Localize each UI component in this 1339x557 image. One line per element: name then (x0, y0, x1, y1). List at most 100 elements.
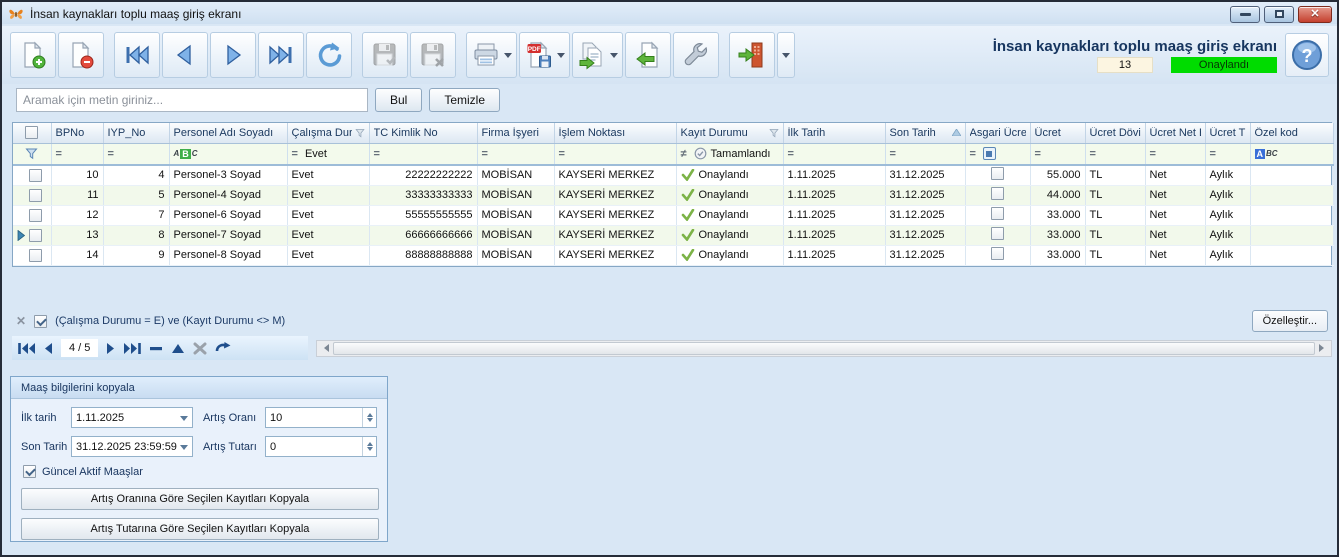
filter-operator[interactable]: = (1090, 148, 1096, 160)
filter-cell-tc[interactable]: = (369, 143, 477, 165)
import-button[interactable] (625, 32, 671, 78)
cell-kayit[interactable]: Onaylandı (676, 245, 783, 265)
spin-up-icon[interactable] (367, 439, 373, 446)
nav-first-button[interactable] (18, 342, 36, 355)
filter-operator[interactable]: = (559, 148, 565, 160)
cell-tc[interactable]: 66666666666 (369, 225, 477, 245)
row-select-checkbox[interactable] (29, 189, 42, 202)
scroll-right-icon[interactable] (1319, 344, 1328, 352)
filter-operator[interactable]: = (970, 148, 976, 160)
minimum-wage-checkbox[interactable] (991, 247, 1004, 260)
cell-netb[interactable]: Net (1145, 225, 1205, 245)
save-cancel-button[interactable] (410, 32, 456, 78)
cell-kayit[interactable]: Onaylandı (676, 185, 783, 205)
current-active-salaries-checkbox[interactable] (23, 465, 36, 478)
cell-netb[interactable]: Net (1145, 245, 1205, 265)
minimum-wage-checkbox[interactable] (991, 167, 1004, 180)
filter-enabled-checkbox[interactable] (34, 315, 47, 328)
clear-button[interactable]: Temizle (429, 88, 500, 112)
col-header-son[interactable]: Son Tarih (885, 123, 965, 143)
print-dropdown-icon[interactable] (504, 53, 512, 62)
help-button[interactable]: ? (1285, 33, 1329, 77)
cell-iyp[interactable]: 9 (103, 245, 169, 265)
filter-cell-iyp[interactable]: = (103, 143, 169, 165)
next-record-button[interactable] (210, 32, 256, 78)
increase-rate-spin-buttons[interactable] (362, 408, 376, 427)
cell-tu[interactable]: Aylık (1205, 245, 1250, 265)
cell-tu[interactable]: Aylık (1205, 225, 1250, 245)
col-header-tc[interactable]: TC Kimlik No (369, 123, 477, 143)
cell-dovi[interactable]: TL (1085, 225, 1145, 245)
cell-islem[interactable]: KAYSERİ MERKEZ (554, 205, 676, 225)
cell-kayit[interactable]: Onaylandı (676, 225, 783, 245)
cell-ad[interactable]: Personel-3 Soyad (169, 165, 287, 185)
cell-ozel[interactable] (1250, 165, 1333, 185)
select-all-checkbox[interactable] (25, 126, 38, 139)
tools-button[interactable] (673, 32, 719, 78)
find-button[interactable]: Bul (375, 88, 422, 112)
cell-calisma[interactable]: Evet (287, 165, 369, 185)
last-date-combo[interactable]: 31.12.2025 23:59:59 (71, 436, 193, 457)
cell-tu[interactable]: Aylık (1205, 205, 1250, 225)
minimum-wage-checkbox[interactable] (991, 207, 1004, 220)
cell-son[interactable]: 31.12.2025 (885, 225, 965, 245)
filter-operator[interactable]: = (1035, 148, 1041, 160)
col-header-iyp[interactable]: IYP_No (103, 123, 169, 143)
nav-previous-button[interactable] (44, 342, 53, 355)
filter-cell-son[interactable]: = (885, 143, 965, 165)
nav-delete-button[interactable] (149, 342, 163, 355)
row-select-checkbox[interactable] (29, 169, 42, 182)
col-header-calisma[interactable]: Çalışma Durur (287, 123, 369, 143)
scrollbar-thumb[interactable] (333, 342, 1315, 355)
cell-son[interactable]: 31.12.2025 (885, 165, 965, 185)
cell-ad[interactable]: Personel-7 Soyad (169, 225, 287, 245)
horizontal-scrollbar[interactable] (316, 340, 1332, 357)
cell-ilk[interactable]: 1.11.2025 (783, 245, 885, 265)
cell-ilk[interactable]: 1.11.2025 (783, 205, 885, 225)
filter-operator[interactable]: = (890, 148, 896, 160)
filter-cell-ilk[interactable]: = (783, 143, 885, 165)
filter-cell-asgari[interactable]: = (965, 143, 1030, 165)
previous-record-button[interactable] (162, 32, 208, 78)
cell-sel[interactable] (13, 205, 51, 225)
cell-ilk[interactable]: 1.11.2025 (783, 225, 885, 245)
cell-netb[interactable]: Net (1145, 205, 1205, 225)
cell-dovi[interactable]: TL (1085, 205, 1145, 225)
print-button[interactable] (466, 32, 517, 78)
filter-operator[interactable]: = (56, 148, 62, 160)
filter-cell-tu[interactable]: = (1205, 143, 1250, 165)
col-header-tu[interactable]: Ücret Tü (1205, 123, 1250, 143)
cell-islem[interactable]: KAYSERİ MERKEZ (554, 185, 676, 205)
cell-ilk[interactable]: 1.11.2025 (783, 185, 885, 205)
last-record-button[interactable] (258, 32, 304, 78)
filter-operator[interactable]: = (292, 148, 298, 160)
filter-cell-netb[interactable]: = (1145, 143, 1205, 165)
increase-rate-spinner[interactable]: 10 (265, 407, 377, 428)
filter-cell-bpno[interactable]: = (51, 143, 103, 165)
table-row[interactable]: 127Personel-6 SoyadEvet55555555555MOBİSA… (13, 205, 1333, 225)
cell-asgari[interactable] (965, 185, 1030, 205)
cell-iyp[interactable]: 4 (103, 165, 169, 185)
cell-iyp[interactable]: 5 (103, 185, 169, 205)
cell-firma[interactable]: MOBİSAN (477, 225, 554, 245)
export-pdf-button[interactable]: PDF (519, 32, 570, 78)
filter-cell-ucret[interactable]: = (1030, 143, 1085, 165)
filter-operator[interactable]: = (482, 148, 488, 160)
cell-son[interactable]: 31.12.2025 (885, 185, 965, 205)
filter-cell-islem[interactable]: = (554, 143, 676, 165)
cell-netb[interactable]: Net (1145, 165, 1205, 185)
cell-ucret[interactable]: 33.000 (1030, 225, 1085, 245)
minimize-button[interactable] (1230, 6, 1260, 23)
col-header-kayit[interactable]: Kayıt Durumu (676, 123, 783, 143)
scroll-left-icon[interactable] (320, 344, 329, 352)
cell-firma[interactable]: MOBİSAN (477, 185, 554, 205)
cell-dovi[interactable]: TL (1085, 185, 1145, 205)
filter-cell-kayit[interactable]: ≠Tamamlandı (676, 143, 783, 165)
cell-ozel[interactable] (1250, 205, 1333, 225)
cell-tu[interactable]: Aylık (1205, 165, 1250, 185)
filter-close-icon[interactable]: ✕ (16, 315, 26, 327)
spin-down-icon[interactable] (367, 447, 373, 454)
cell-son[interactable]: 31.12.2025 (885, 205, 965, 225)
filter-operator[interactable]: = (374, 148, 380, 160)
refresh-button[interactable] (306, 32, 352, 78)
